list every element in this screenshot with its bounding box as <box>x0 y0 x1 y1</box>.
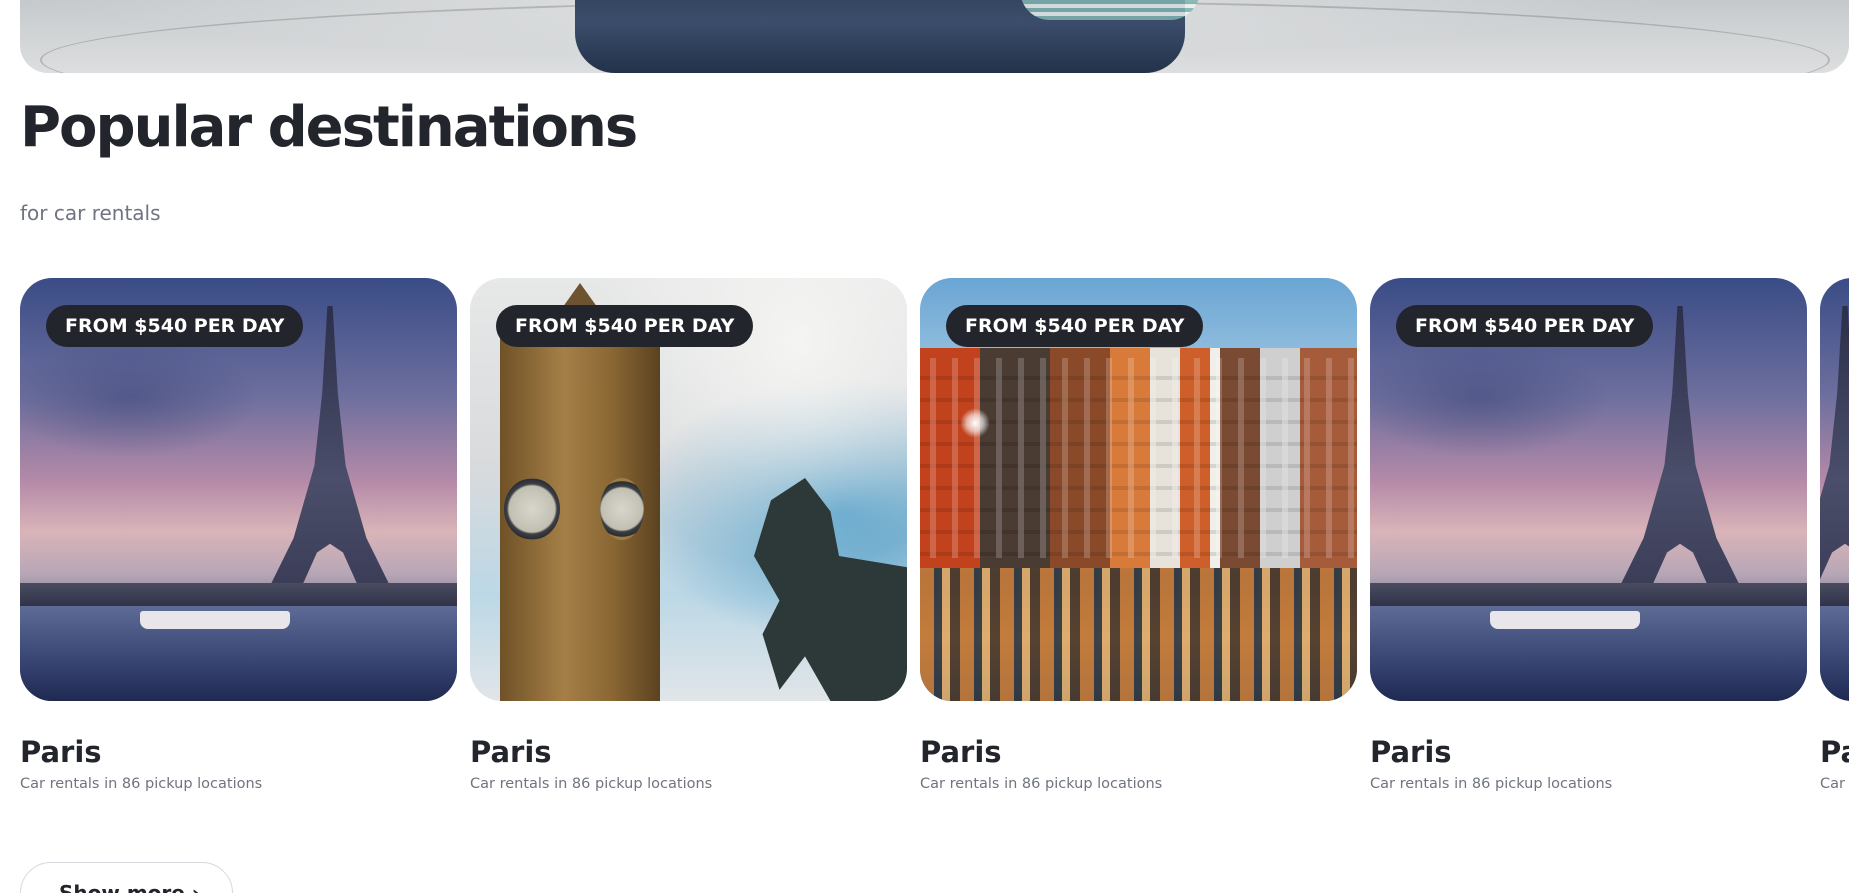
card-subtitle: Car rentals in 86 pickup locations <box>1370 776 1613 792</box>
card-title[interactable]: Paris <box>1370 734 1452 770</box>
canal-reflection <box>920 568 1357 701</box>
section-title: Popular destinations <box>20 95 638 160</box>
destination-card[interactable]: FROM $540 PER DAY Paris Car rentals in 8… <box>920 278 1357 798</box>
cloud <box>20 338 260 458</box>
river <box>1820 606 1849 701</box>
destination-image[interactable] <box>1820 278 1849 701</box>
destinations-carousel[interactable]: FROM $540 PER DAY Paris Car rentals in 8… <box>20 278 1849 798</box>
house-windows <box>920 358 1357 558</box>
card-subtitle: Car rentals in 86 pickup locations <box>920 776 1163 792</box>
section-subtitle: for car rentals <box>20 201 161 225</box>
page: Popular destinations for car rentals FRO… <box>0 0 1849 893</box>
destination-card[interactable]: Pa Car <box>1820 278 1849 798</box>
card-title[interactable]: Paris <box>20 734 102 770</box>
card-subtitle: Car <box>1820 776 1845 792</box>
hero-image <box>20 0 1849 73</box>
destination-card[interactable]: FROM $540 PER DAY Paris Car rentals in 8… <box>470 278 907 798</box>
destination-image[interactable]: FROM $540 PER DAY <box>470 278 907 701</box>
price-badge: FROM $540 PER DAY <box>946 305 1204 347</box>
destination-card[interactable]: FROM $540 PER DAY Paris Car rentals in 8… <box>1370 278 1807 798</box>
hero-person-shirt <box>1020 0 1200 20</box>
sun-glare <box>960 408 990 438</box>
destination-card[interactable]: FROM $540 PER DAY Paris Car rentals in 8… <box>20 278 457 798</box>
card-title[interactable]: Paris <box>470 734 552 770</box>
clock-face <box>600 478 644 540</box>
card-title[interactable]: Pa <box>1820 734 1849 770</box>
price-badge: FROM $540 PER DAY <box>1396 305 1654 347</box>
card-subtitle: Car rentals in 86 pickup locations <box>20 776 263 792</box>
price-badge: FROM $540 PER DAY <box>46 305 304 347</box>
card-subtitle: Car rentals in 86 pickup locations <box>470 776 713 792</box>
clock-face <box>504 478 560 540</box>
price-badge: FROM $540 PER DAY <box>496 305 754 347</box>
destination-image[interactable]: FROM $540 PER DAY <box>20 278 457 701</box>
boat <box>1490 611 1640 629</box>
destination-image[interactable]: FROM $540 PER DAY <box>1370 278 1807 701</box>
boat <box>140 611 290 629</box>
card-title[interactable]: Paris <box>920 734 1002 770</box>
cloud <box>1370 338 1610 458</box>
show-more-button[interactable]: Show more › <box>20 862 233 893</box>
destination-image[interactable]: FROM $540 PER DAY <box>920 278 1357 701</box>
